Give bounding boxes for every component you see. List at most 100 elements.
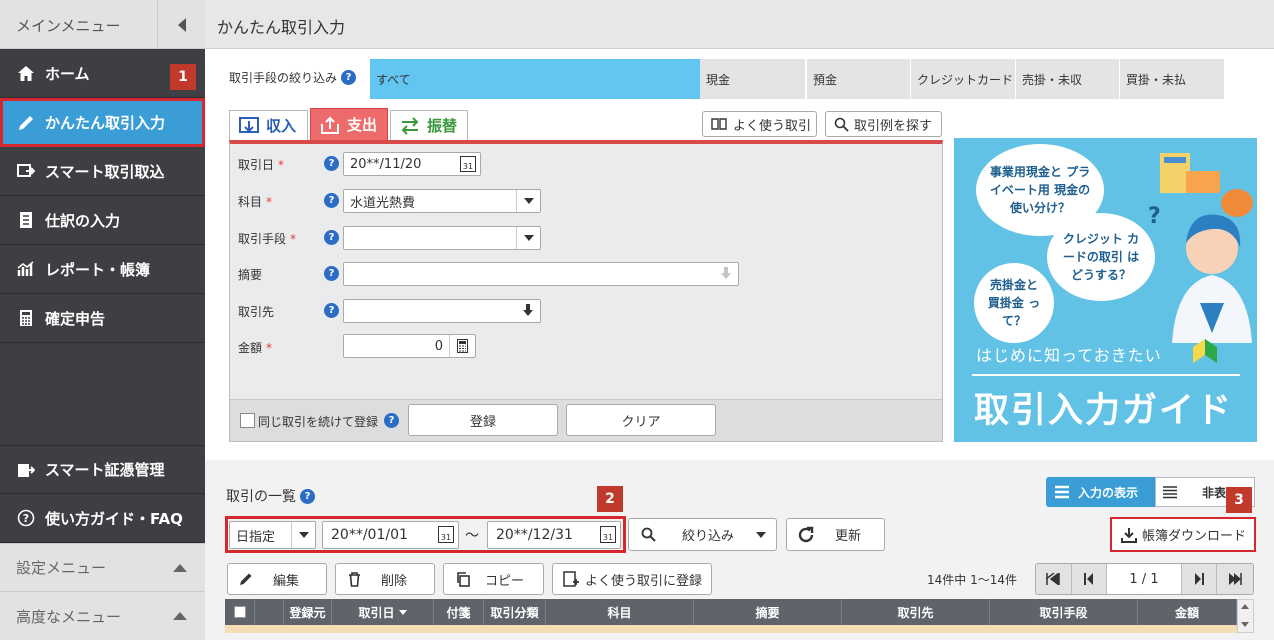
form-footer: 同じ取引を続けて登録 ? 登録 クリア [230,399,942,441]
tab-transfer[interactable]: 振替 [390,110,468,140]
page-indicator[interactable]: 1 / 1 [1107,572,1180,587]
calendar-icon[interactable]: 31 [460,156,476,172]
period-type-select[interactable]: 日指定 [229,521,316,549]
table-row[interactable] [225,625,1237,633]
narrow-button[interactable]: 絞り込み [628,518,777,551]
collapse-sidebar-button[interactable] [157,0,205,49]
tab-expense[interactable]: 支出 [310,108,388,140]
sidebar-item-help[interactable]: ? 使い方ガイド・FAQ [0,494,205,543]
pencil-icon [240,573,252,585]
refresh-button[interactable]: 更新 [786,518,885,551]
amount-input[interactable]: 0 [343,334,476,358]
scroll-down-icon[interactable] [1241,622,1249,627]
filter-option-all[interactable]: すべて [370,59,700,99]
method-select[interactable] [343,226,541,250]
register-button[interactable]: 登録 [408,404,558,436]
column-header-sticky[interactable]: 付箋 [434,599,484,625]
help-icon[interactable]: ? [324,193,339,208]
next-page-icon [1194,573,1204,585]
calendar-icon[interactable]: 31 [438,526,454,543]
narrow-label: 絞り込み [682,529,735,544]
subject-select[interactable]: 水道光熱費 [343,189,541,213]
copy-button[interactable]: コピー [443,563,544,595]
help-icon[interactable]: ? [300,488,315,504]
edit-label: 編集 [273,573,300,589]
continue-checkbox[interactable] [240,413,255,428]
sidebar-item-voucher[interactable]: スマート証憑管理 [0,445,205,494]
sidebar-item-journal[interactable]: 仕訳の入力 [0,196,205,245]
sidebar-header: メインメニュー [0,0,205,49]
svg-text:?: ? [1148,204,1161,229]
filter-option-payable[interactable]: 買掛・未払 [1120,59,1224,99]
partner-input[interactable] [343,299,541,323]
table-scrollbar[interactable] [1237,599,1254,633]
column-header-subject[interactable]: 科目 [546,599,694,625]
advanced-menu[interactable]: 高度なメニュー [0,591,205,640]
scroll-up-icon[interactable] [1241,604,1249,609]
guide-banner[interactable]: 事業用現金と プライベート用 現金の 使い分け？ クレジット カードの取引 はど… [954,138,1257,442]
column-header-date[interactable]: 取引日 [332,599,434,625]
download-ledger-button[interactable]: 帳簿ダウンロード [1110,517,1256,552]
memo-input[interactable] [343,262,739,286]
column-header-method[interactable]: 取引手段 [990,599,1138,625]
search-examples-label: 取引例を探す [854,118,933,134]
help-icon[interactable]: ? [324,156,339,171]
calculator-icon[interactable] [449,335,475,357]
frequent-transactions-button[interactable]: よく使う取引 [702,111,817,137]
view-hide-label: 非表 [1202,485,1227,500]
next-page-button[interactable] [1180,564,1217,594]
result-count: 14件中 1〜14件 [927,573,1017,587]
last-page-button[interactable] [1216,564,1253,594]
from-date-input[interactable]: 20**/01/01 31 [322,521,459,549]
column-header-partner[interactable]: 取引先 [842,599,990,625]
sidebar-item-tax-return[interactable]: 確定申告 [0,294,205,343]
method-filter-label: 取引手段の絞り込み [229,71,338,85]
column-header-amount[interactable]: 金額 [1138,599,1237,625]
tab-expense-label: 支出 [347,116,378,134]
date-input[interactable]: 20**/11/20 31 [343,152,481,176]
help-icon[interactable]: ? [341,70,357,85]
edit-button[interactable]: 編集 [227,563,327,595]
filter-option-receivable[interactable]: 売掛・未収 [1016,59,1119,99]
dropdown-button[interactable] [516,227,540,249]
sidebar-item-label: ホーム [45,64,90,83]
pagination: 1 / 1 [1035,563,1254,595]
settings-menu[interactable]: 設定メニュー [0,543,205,591]
delete-button[interactable]: 削除 [335,563,435,595]
help-icon[interactable]: ? [324,303,339,318]
view-input-toggle[interactable]: 入力の表示 [1046,477,1155,507]
calendar-icon[interactable]: 31 [600,526,616,543]
search-examples-button[interactable]: 取引例を探す [825,111,942,137]
banner-question-2: クレジット カードの取引 はどうする？ [1047,213,1155,301]
arrow-down-icon[interactable] [522,303,534,321]
dropdown-button[interactable] [291,522,315,548]
sidebar-item-smart-import[interactable]: スマート取引取込 [0,147,205,196]
dropdown-button[interactable] [516,190,540,212]
clear-button[interactable]: クリア [566,404,716,436]
method-filter-label-group: 取引手段の絞り込み ? [229,69,357,86]
filter-option-deposit[interactable]: 預金 [807,59,910,99]
sidebar-item-quick-entry[interactable]: かんたん取引入力 [0,98,205,147]
register-frequent-button[interactable]: よく使う取引に登録 [552,563,712,595]
to-date-input[interactable]: 20**/12/31 31 [487,521,621,549]
tab-income[interactable]: 収入 [229,110,308,140]
column-header-source[interactable]: 登録元 [284,599,332,625]
sort-down-icon [398,609,407,615]
select-all-checkbox[interactable] [233,606,246,618]
to-date-value: 20**/12/31 [496,527,573,543]
filter-option-credit-card[interactable]: クレジットカード [911,59,1015,99]
filter-option-cash[interactable]: 現金 [700,59,805,99]
settings-menu-label: 設定メニュー [16,559,107,577]
help-icon[interactable]: ? [324,266,339,281]
lines-icon [1163,486,1177,499]
refresh-icon [798,526,814,542]
column-header-memo[interactable]: 摘要 [694,599,842,625]
sidebar-item-reports[interactable]: レポート・帳簿 [0,245,205,294]
column-header-category[interactable]: 取引分類 [484,599,546,625]
first-page-button[interactable] [1036,564,1072,594]
help-icon[interactable]: ? [384,413,399,428]
prev-page-button[interactable] [1071,564,1108,594]
sidebar: メインメニュー ホーム 1 かんたん取引入力 スマート取引取込 仕訳の入力 レポ… [0,0,205,640]
help-icon[interactable]: ? [324,230,339,245]
prev-page-icon [1084,573,1093,585]
